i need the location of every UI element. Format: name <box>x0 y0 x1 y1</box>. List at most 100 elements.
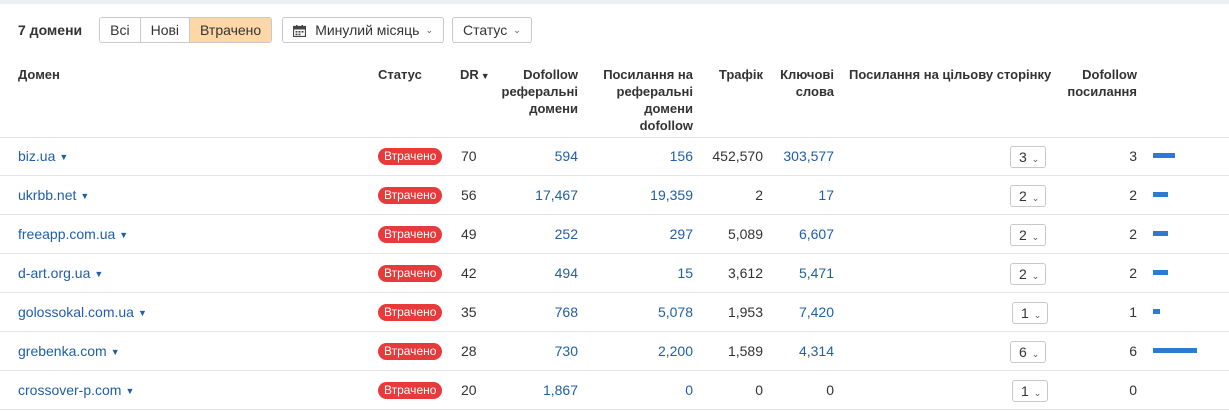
table-row: crossover-p.com ▼ Втрачено 20 1,867 0 0 0 1 ⌄ 0 <box>0 371 1229 410</box>
col-dofollow-links-line1: Dofollow <box>1082 67 1137 82</box>
traffic-value: 2 <box>755 187 763 203</box>
links-link[interactable]: 5,078 <box>593 293 693 331</box>
col-dofollow-links[interactable]: Dofollow посилання <box>1060 66 1137 100</box>
domain-link[interactable]: crossover-p.com ▼ <box>18 371 134 409</box>
links-link[interactable]: 15 <box>593 254 693 292</box>
col-ref-domains[interactable]: Dofollow реферальні домени <box>498 66 579 117</box>
status-badge: Втрачено <box>378 304 443 321</box>
col-ref-domains-line1: Dofollow <box>523 67 578 82</box>
traffic-value: 5,089 <box>727 226 763 242</box>
domain-name: crossover-p.com <box>18 382 122 398</box>
col-ref-domains-line2: реферальні <box>501 84 579 99</box>
status-badge: Втрачено <box>378 343 443 360</box>
target-links-select[interactable]: 1 ⌄ <box>1012 302 1049 324</box>
keywords-link[interactable]: 17 <box>770 176 834 214</box>
col-keywords-line1: Ключові <box>780 67 834 82</box>
target-links-select[interactable]: 3 ⌄ <box>1010 146 1047 168</box>
chevron-down-icon: ⌄ <box>513 24 521 35</box>
domain-link[interactable]: grebenka.com ▼ <box>18 332 120 370</box>
caret-down-icon: ▼ <box>137 308 147 318</box>
filter-lost-button[interactable]: Втрачено <box>190 18 272 42</box>
keywords-link: 0 <box>826 382 834 398</box>
links-link[interactable]: 297 <box>593 215 693 253</box>
status-dropdown[interactable]: Статус ⌄ <box>451 17 532 43</box>
period-dropdown[interactable]: Минулий місяць ⌄ <box>282 17 444 43</box>
traffic-value: 1,589 <box>727 343 763 359</box>
dofollow-bar <box>1153 270 1168 275</box>
dofollow-links-value: 2 <box>1129 265 1137 281</box>
table-row: ukrbb.net ▼ Втрачено 56 17,467 19,359 2 17 2 ⌄ 2 <box>0 176 1229 215</box>
col-dr[interactable]: DR ▼ <box>460 66 490 85</box>
target-links-value: 1 <box>1021 305 1029 321</box>
ref-domains-link[interactable]: 17,467 <box>498 176 578 214</box>
col-target-links[interactable]: Посилання на цільову сторінку <box>849 66 1051 83</box>
dr-value: 20 <box>461 382 477 398</box>
ref-domains-link[interactable]: 594 <box>498 137 578 175</box>
keywords-link[interactable]: 7,420 <box>770 293 834 331</box>
filter-new-button[interactable]: Нові <box>140 18 191 42</box>
dofollow-bar <box>1153 153 1175 158</box>
traffic-value: 3,612 <box>727 265 763 281</box>
target-links-select[interactable]: 2 ⌄ <box>1010 185 1047 207</box>
dofollow-links-value: 0 <box>1129 382 1137 398</box>
col-keywords-line2: слова <box>795 84 834 99</box>
domain-name: ukrbb.net <box>18 187 77 203</box>
keywords-link[interactable]: 5,471 <box>770 254 834 292</box>
col-dr-label: DR <box>460 67 479 82</box>
domain-name: grebenka.com <box>18 343 107 359</box>
domain-link[interactable]: ukrbb.net ▼ <box>18 176 89 214</box>
col-keywords[interactable]: Ключові слова <box>770 66 834 100</box>
keywords-link[interactable]: 4,314 <box>770 332 834 370</box>
dofollow-links-value: 1 <box>1129 304 1137 320</box>
dofollow-links-value: 3 <box>1129 148 1137 164</box>
dofollow-bar <box>1153 231 1168 236</box>
period-label: Минулий місяць <box>315 22 420 38</box>
col-links[interactable]: Посилання на реферальні домени dofollow <box>593 66 693 134</box>
domain-name: biz.ua <box>18 148 56 164</box>
dofollow-bar <box>1153 348 1197 353</box>
col-status[interactable]: Статус <box>378 66 422 83</box>
dofollow-bar <box>1153 192 1168 197</box>
ref-domains-link[interactable]: 1,867 <box>498 371 578 409</box>
target-links-value: 6 <box>1019 344 1027 360</box>
caret-down-icon: ▼ <box>125 386 135 396</box>
links-link[interactable]: 19,359 <box>593 176 693 214</box>
dofollow-links-value: 6 <box>1129 343 1137 359</box>
traffic-value: 1,953 <box>727 304 763 320</box>
target-links-select[interactable]: 1 ⌄ <box>1012 380 1049 402</box>
domain-name: freeapp.com.ua <box>18 226 116 242</box>
dr-value: 28 <box>461 343 477 359</box>
domain-link[interactable]: freeapp.com.ua ▼ <box>18 215 128 253</box>
caret-down-icon: ▼ <box>59 152 69 162</box>
links-link[interactable]: 0 <box>593 371 693 409</box>
links-link[interactable]: 156 <box>593 137 693 175</box>
filter-all-button[interactable]: Всі <box>100 18 141 42</box>
keywords-link[interactable]: 6,607 <box>770 215 834 253</box>
chevron-down-icon: ⌄ <box>1031 349 1040 359</box>
domain-name: golossokal.com.ua <box>18 304 134 320</box>
status-badge: Втрачено <box>378 187 443 204</box>
sort-desc-icon: ▼ <box>480 71 490 81</box>
links-link[interactable]: 2,200 <box>593 332 693 370</box>
domain-link[interactable]: golossokal.com.ua ▼ <box>18 293 147 331</box>
ref-domains-link[interactable]: 252 <box>498 215 578 253</box>
target-links-select[interactable]: 6 ⌄ <box>1010 341 1047 363</box>
domain-link[interactable]: d-art.org.ua ▼ <box>18 254 103 292</box>
col-ref-domains-line3: домени <box>529 101 578 116</box>
target-links-select[interactable]: 2 ⌄ <box>1010 263 1047 285</box>
chevron-down-icon: ⌄ <box>425 24 433 35</box>
target-links-value: 2 <box>1019 227 1027 243</box>
ref-domains-link[interactable]: 730 <box>498 332 578 370</box>
ref-domains-link[interactable]: 768 <box>498 293 578 331</box>
status-badge: Втрачено <box>378 382 443 399</box>
filter-segmented-control: Всі Нові Втрачено <box>99 17 273 43</box>
ref-domains-link[interactable]: 494 <box>498 254 578 292</box>
domain-link[interactable]: biz.ua ▼ <box>18 137 68 175</box>
target-links-select[interactable]: 2 ⌄ <box>1010 224 1047 246</box>
caret-down-icon: ▼ <box>110 347 120 357</box>
col-traffic[interactable]: Трафік <box>700 66 763 83</box>
col-domain[interactable]: Домен <box>18 66 60 83</box>
dofollow-links-value: 2 <box>1129 226 1137 242</box>
table-row: grebenka.com ▼ Втрачено 28 730 2,200 1,589 4,31… <box>0 332 1229 371</box>
keywords-link[interactable]: 303,577 <box>770 137 834 175</box>
